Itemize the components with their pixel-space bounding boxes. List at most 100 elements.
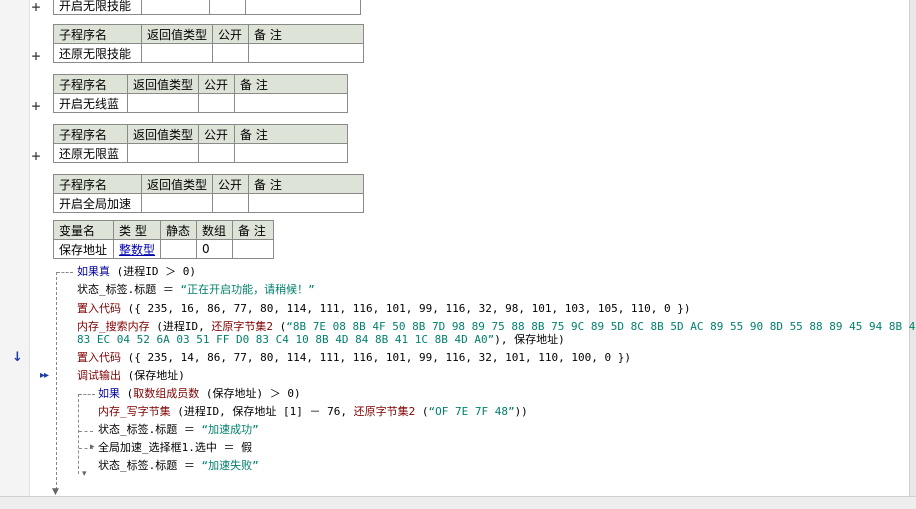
code-text: )) xyxy=(514,405,528,418)
code-text: 状态_标签.标题 ＝ xyxy=(77,283,181,296)
sub-table-1: 开启无限技能 xyxy=(53,0,361,15)
current-line-arrow-icon: ↓ xyxy=(12,350,23,365)
flow-line-outer xyxy=(56,272,57,490)
code-line[interactable]: 内存_搜索内存 (进程ID, 还原字节集2 (“8B 7E 08 8B 4F 5… xyxy=(77,320,916,334)
flow-arrow-icon: ▼ xyxy=(52,487,59,497)
sub-name-cell[interactable]: 开启无线蓝 xyxy=(53,93,128,113)
header-return-type: 返回值类型 xyxy=(140,24,214,44)
remark-cell[interactable] xyxy=(234,143,349,163)
flow-branch xyxy=(79,394,95,395)
horizontal-scrollbar[interactable] xyxy=(0,496,916,509)
sub-name-cell[interactable]: 还原无限蓝 xyxy=(53,143,128,163)
execution-pointer-icon: ▸▸ xyxy=(40,370,49,381)
code-text: ( xyxy=(120,387,134,400)
code-text: (进程ID ＞ 0) xyxy=(110,265,196,278)
header-return-type: 返回值类型 xyxy=(140,174,214,194)
code-line[interactable]: 状态_标签.标题 ＝ “正在开启功能，请稍候！” xyxy=(77,283,315,297)
expand-icon[interactable]: + xyxy=(30,49,42,64)
command-name: 还原字节集2 xyxy=(211,320,273,333)
keyword: 如果真 xyxy=(77,265,110,278)
remark-cell[interactable] xyxy=(234,93,349,113)
expand-icon[interactable]: + xyxy=(30,149,42,164)
public-cell[interactable] xyxy=(212,193,250,213)
header-remark: 备 注 xyxy=(232,220,275,240)
header-sub-name: 子程序名 xyxy=(53,24,142,44)
header-var-type: 类 型 xyxy=(112,220,162,240)
header-remark: 备 注 xyxy=(234,74,349,94)
local-variable-table: 变量名 类 型 静态 数组 备 注 保存地址 整数型 0 xyxy=(53,220,275,259)
vertical-scrollbar[interactable] xyxy=(909,0,916,509)
public-cell[interactable] xyxy=(198,143,236,163)
line-gutter xyxy=(0,0,30,509)
code-text: (进程ID, xyxy=(149,320,212,333)
code-line-continued[interactable]: 83 EC 04 52 6A 03 51 FF D0 83 C4 10 8B 4… xyxy=(77,333,565,347)
sub-table-2: 子程序名 返回值类型 公开 备 注 还原无限技能 xyxy=(53,24,365,63)
command-name: 内存_写字节集 xyxy=(98,405,171,418)
command-name: 置入代码 xyxy=(77,351,121,364)
static-cell[interactable] xyxy=(160,239,198,259)
code-text: ( xyxy=(273,320,287,333)
code-line[interactable]: 置入代码 ({ 235, 16, 86, 77, 80, 114, 111, 1… xyxy=(77,302,691,316)
remark-cell[interactable] xyxy=(232,239,275,259)
flow-branch xyxy=(57,272,73,273)
code-line[interactable]: 状态_标签.标题 ＝ “加速成功” xyxy=(98,423,259,437)
public-cell[interactable] xyxy=(198,93,236,113)
code-line[interactable]: 全局加速_选择框1.选中 ＝ 假 xyxy=(98,441,252,455)
return-type-cell[interactable] xyxy=(141,0,210,15)
var-type-cell[interactable]: 整数型 xyxy=(112,239,162,259)
code-line[interactable]: 如果 (取数组成员数 (保存地址) ＞ 0) xyxy=(98,387,301,401)
var-name-cell[interactable]: 保存地址 xyxy=(53,239,114,259)
code-line[interactable]: 置入代码 ({ 235, 14, 86, 77, 80, 114, 111, 1… xyxy=(77,351,631,365)
sub-name-cell[interactable]: 开启无限技能 xyxy=(53,0,142,15)
code-line[interactable]: 状态_标签.标题 ＝ “加速失败” xyxy=(98,459,259,473)
header-sub-name: 子程序名 xyxy=(53,174,142,194)
return-type-cell[interactable] xyxy=(140,43,214,63)
public-cell[interactable] xyxy=(209,0,246,15)
command-name: 还原字节集2 xyxy=(353,405,416,418)
expand-icon[interactable]: + xyxy=(30,99,42,114)
return-type-cell[interactable] xyxy=(126,93,200,113)
header-array: 数组 xyxy=(196,220,234,240)
code-line[interactable]: 调试输出 (保存地址) xyxy=(77,369,185,383)
sub-table-3: 子程序名 返回值类型 公开 备 注 开启无线蓝 xyxy=(53,74,349,113)
code-text: (保存地址) ＞ 0) xyxy=(199,387,301,400)
remark-cell[interactable] xyxy=(248,43,365,63)
header-static: 静态 xyxy=(160,220,198,240)
header-remark: 备 注 xyxy=(248,174,365,194)
code-text: 状态_标签.标题 ＝ xyxy=(98,423,202,436)
header-remark: 备 注 xyxy=(234,124,349,144)
code-text: ), 保存地址) xyxy=(494,333,565,346)
header-remark: 备 注 xyxy=(248,24,365,44)
command-name: 内存_搜索内存 xyxy=(77,320,150,333)
remark-cell[interactable] xyxy=(245,0,361,15)
header-public: 公开 xyxy=(212,174,250,194)
string-literal: “正在开启功能，请稍候！” xyxy=(180,283,315,296)
command-name: 置入代码 xyxy=(77,302,121,315)
code-text: 状态_标签.标题 ＝ xyxy=(98,459,202,472)
return-type-cell[interactable] xyxy=(140,193,214,213)
expand-icon[interactable]: + xyxy=(30,0,42,15)
code-line[interactable]: 内存_写字节集 (进程ID, 保存地址 [1] － 76, 还原字节集2 (“O… xyxy=(98,405,528,419)
return-type-cell[interactable] xyxy=(126,143,200,163)
keyword: 如果 xyxy=(98,387,120,400)
flow-arrow-icon: ▸ xyxy=(90,442,95,452)
var-type-link[interactable]: 整数型 xyxy=(119,243,155,257)
string-literal: “加速失败” xyxy=(201,459,259,472)
flow-branch xyxy=(79,431,93,432)
header-public: 公开 xyxy=(212,24,250,44)
flow-arrow-icon: ▾ xyxy=(82,469,87,479)
remark-cell[interactable] xyxy=(248,193,365,213)
public-cell[interactable] xyxy=(212,43,250,63)
sub-name-cell[interactable]: 还原无限技能 xyxy=(53,43,142,63)
string-literal: “加速成功” xyxy=(201,423,259,436)
flow-line-inner xyxy=(78,394,79,474)
sub-table-4: 子程序名 返回值类型 公开 备 注 还原无限蓝 xyxy=(53,124,349,163)
code-text: 全局加速_选择框1.选中 ＝ 假 xyxy=(98,441,253,454)
string-literal: 83 EC 04 52 6A 03 51 FF D0 83 C4 10 8B 4… xyxy=(77,333,495,346)
sub-name-cell[interactable]: 开启全局加速 xyxy=(53,193,142,213)
code-text: ({ 235, 14, 86, 77, 80, 114, 111, 116, 1… xyxy=(121,351,631,364)
code-line[interactable]: 如果真 (进程ID ＞ 0) xyxy=(77,265,196,279)
string-literal: “OF 7E 7F 48” xyxy=(428,405,515,418)
header-sub-name: 子程序名 xyxy=(53,74,128,94)
array-cell[interactable]: 0 xyxy=(196,239,234,259)
